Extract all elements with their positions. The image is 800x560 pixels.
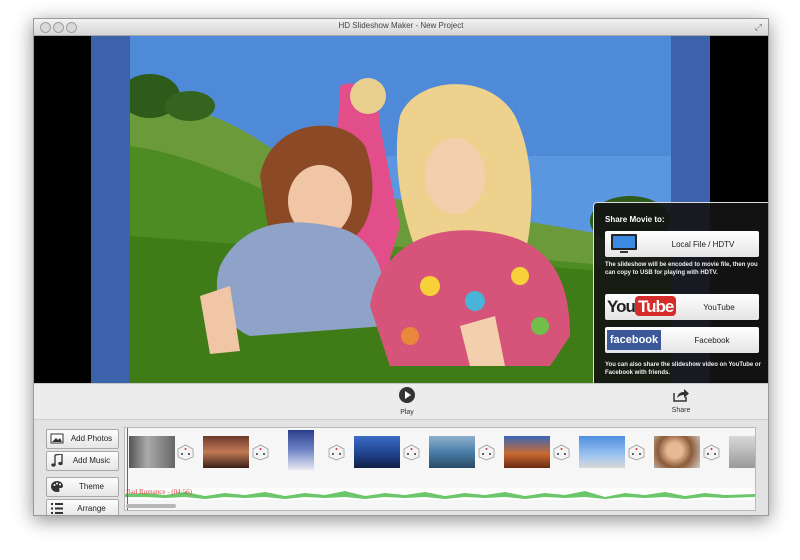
slide-thumbnail[interactable] [579, 436, 625, 468]
slide-thumbnail[interactable] [203, 436, 249, 468]
transition-dice-icon[interactable] [553, 444, 570, 461]
share-label: Share [671, 407, 691, 414]
preview-photo [130, 36, 671, 383]
add-music-button[interactable]: Add Music [46, 451, 119, 471]
title-bar: HD Slideshow Maker - New Project ⤢ [34, 19, 768, 36]
share-facebook-button[interactable]: facebook Facebook [605, 327, 759, 353]
tv-icon [611, 234, 637, 253]
share-popover-title: Share Movie to: [605, 215, 665, 224]
transition-dice-icon[interactable] [403, 444, 420, 461]
playback-controls: Play Share [34, 383, 768, 420]
arrange-button[interactable]: Arrange [46, 499, 119, 515]
share-facebook-label: Facebook [694, 336, 730, 345]
preview-photo-image [130, 36, 671, 383]
slide-thumbnail[interactable] [129, 436, 175, 468]
share-popover: Share Movie to: Local File / HDTV The sl… [593, 202, 768, 383]
local-file-note: The slideshow will be encoded to movie f… [605, 262, 758, 276]
transition-dice-icon[interactable] [703, 444, 720, 461]
youtube-logo-icon: You Tube [607, 296, 677, 318]
share-bottom-note: You can also share the slideshow video o… [605, 362, 761, 376]
add-photos-label: Add Photos [70, 434, 113, 443]
slide-thumbnail[interactable] [504, 436, 550, 468]
add-music-label: Add Music [72, 456, 111, 465]
photo-icon [50, 433, 64, 444]
slide-thumbnail[interactable] [729, 436, 755, 468]
fullscreen-icon[interactable]: ⤢ [755, 22, 762, 33]
editor-panel: Add Photos Add Music Theme Arrange Bad R… [34, 419, 768, 515]
slide-thumbnail[interactable] [288, 430, 314, 470]
arrange-label: Arrange [77, 504, 106, 513]
transition-dice-icon[interactable] [252, 444, 269, 461]
palette-icon [51, 481, 63, 492]
music-note-icon [51, 454, 63, 467]
play-icon[interactable] [399, 387, 415, 403]
slideshow-timeline[interactable]: Bad Romance - (04:56) [124, 427, 756, 511]
share-youtube-label: YouTube [703, 303, 735, 312]
share-local-file-label: Local File / HDTV [671, 240, 735, 249]
window-title: HD Slideshow Maker - New Project [338, 21, 464, 30]
music-track-label: Bad Romance - (04:56) [126, 488, 192, 496]
music-waveform [125, 491, 755, 499]
slide-thumbnail[interactable] [354, 436, 400, 468]
theme-label: Theme [79, 482, 104, 491]
app-window: HD Slideshow Maker - New Project ⤢ Share… [33, 18, 769, 516]
share-local-file-button[interactable]: Local File / HDTV [605, 231, 759, 257]
transition-dice-icon[interactable] [628, 444, 645, 461]
share-icon[interactable] [672, 388, 690, 402]
playhead[interactable] [127, 428, 128, 510]
play-label: Play [400, 409, 414, 416]
share-youtube-button[interactable]: You Tube YouTube [605, 294, 759, 320]
timeline-scrollbar[interactable] [126, 504, 176, 508]
facebook-logo-icon: facebook [607, 330, 661, 350]
youtube-logo-tube: Tube [635, 296, 677, 316]
add-photos-button[interactable]: Add Photos [46, 429, 119, 449]
slide-thumbnail[interactable] [654, 436, 700, 468]
youtube-logo-you: You [607, 297, 636, 316]
transition-dice-icon[interactable] [328, 444, 345, 461]
transition-dice-icon[interactable] [177, 444, 194, 461]
theme-button[interactable]: Theme [46, 477, 119, 497]
transition-dice-icon[interactable] [478, 444, 495, 461]
music-track[interactable]: Bad Romance - (04:56) [125, 488, 755, 500]
preview-stage: Share Movie to: Local File / HDTV The sl… [34, 36, 768, 383]
numbered-list-icon [51, 503, 63, 514]
slide-border-left [91, 36, 130, 383]
slide-thumbnail[interactable] [429, 436, 475, 468]
